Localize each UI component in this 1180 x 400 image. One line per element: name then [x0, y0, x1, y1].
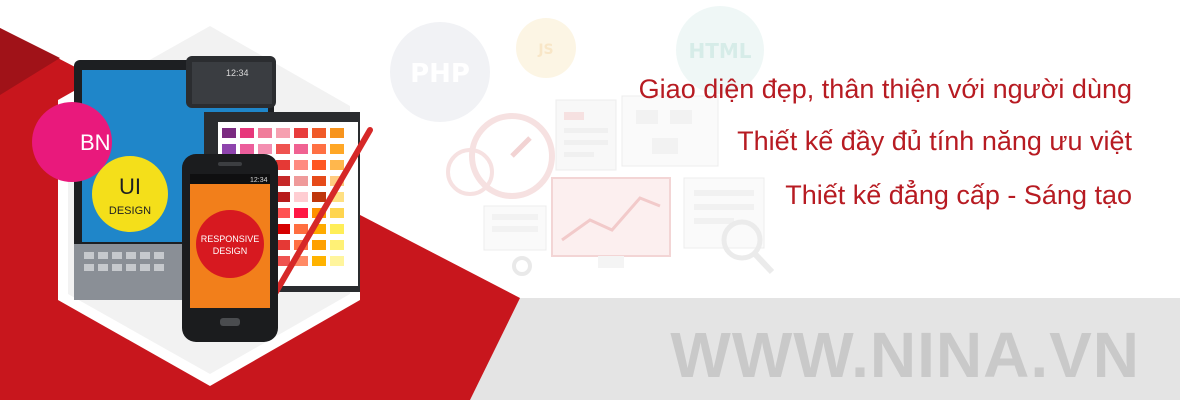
- responsive-line1: RESPONSIVE: [201, 234, 260, 244]
- tagline-friendly-ui: Giao diện đẹp, thân thiện với người dùng: [638, 74, 1132, 104]
- tagline-full-features: Thiết kế đầy đủ tính năng ưu việt: [737, 126, 1132, 156]
- responsive-design-badge: [196, 210, 264, 278]
- tagline-premium-creative: Thiết kế đẳng cấp - Sáng tạo: [785, 180, 1132, 210]
- banner: PHP JS HTML BN UI DESIGN 12:34 12:34 RES…: [0, 0, 1180, 400]
- phone-speaker: [218, 162, 242, 166]
- website-url[interactable]: WWW.NINA.VN: [670, 318, 1140, 392]
- responsive-line2: DESIGN: [213, 246, 248, 256]
- laptop-edge-text: BN: [80, 130, 111, 155]
- tablet: 12:34: [186, 56, 276, 108]
- tablet-status-time: 12:34: [226, 68, 249, 78]
- phone-status-time: 12:34: [250, 177, 268, 184]
- ui-badge-line2: DESIGN: [109, 205, 151, 217]
- smartphone: 12:34 RESPONSIVE DESIGN: [182, 154, 278, 342]
- phone-home-button: [220, 318, 240, 326]
- ui-badge-line1: UI: [119, 174, 141, 199]
